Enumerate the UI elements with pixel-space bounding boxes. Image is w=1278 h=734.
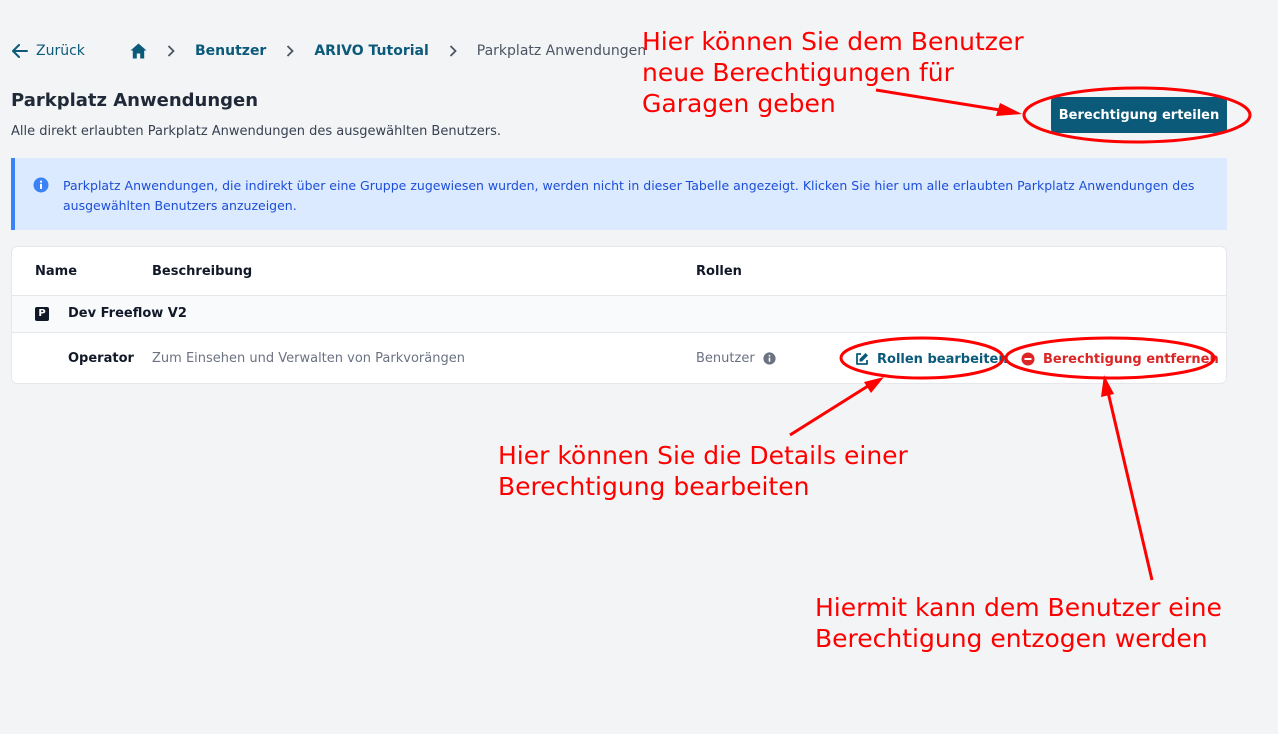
permissions-table: Name Beschreibung Rollen P Dev Freeflow … bbox=[11, 246, 1227, 384]
row-description: Zum Einsehen und Verwalten von Parkvorän… bbox=[152, 351, 465, 366]
arrow-left-icon bbox=[12, 44, 28, 58]
annotation-edit-note: Hier können Sie die Details einer Berech… bbox=[498, 441, 908, 501]
minus-circle-icon bbox=[1021, 352, 1035, 366]
column-header-name: Name bbox=[35, 264, 78, 279]
row-name: Operator bbox=[68, 351, 134, 366]
back-label: Zurück bbox=[36, 43, 85, 59]
chevron-right-icon bbox=[167, 45, 175, 57]
info-banner[interactable]: Parkplatz Anwendungen, die indirekt über… bbox=[11, 158, 1227, 230]
info-circle-icon[interactable] bbox=[763, 352, 776, 365]
column-header-roles: Rollen bbox=[696, 264, 742, 279]
row-role: Benutzer bbox=[696, 351, 776, 366]
breadcrumb-users[interactable]: Benutzer bbox=[195, 43, 266, 59]
edit-roles-label: Rollen bearbeiten bbox=[877, 351, 1008, 367]
breadcrumb-current: Parkplatz Anwendungen bbox=[476, 43, 647, 59]
breadcrumb: Benutzer ARIVO Tutorial Parkplatz Anwend… bbox=[130, 40, 646, 62]
table-header: Name Beschreibung Rollen bbox=[12, 247, 1226, 296]
edit-icon bbox=[856, 353, 868, 365]
group-row: P Dev Freeflow V2 bbox=[12, 296, 1226, 333]
page-title: Parkplatz Anwendungen bbox=[11, 90, 259, 111]
annotation-remove-note: Hiermit kann dem Benutzer eine Berechtig… bbox=[815, 593, 1222, 653]
info-icon bbox=[33, 177, 49, 197]
edit-roles-button[interactable]: Rollen bearbeiten bbox=[855, 347, 1008, 371]
top-nav: Zurück bbox=[12, 40, 85, 62]
annotation-arrow-remove bbox=[1106, 391, 1154, 581]
chevron-right-icon bbox=[449, 45, 457, 57]
role-label: Benutzer bbox=[696, 351, 755, 366]
table-row: Operator Zum Einsehen und Verwalten von … bbox=[12, 333, 1226, 383]
parking-icon: P bbox=[35, 307, 49, 321]
page-subtitle: Alle direkt erlaubten Parkplatz Anwendun… bbox=[11, 124, 502, 139]
info-banner-text: Parkplatz Anwendungen, die indirekt über… bbox=[63, 178, 1195, 213]
column-header-description: Beschreibung bbox=[152, 264, 253, 279]
home-icon[interactable] bbox=[130, 43, 147, 59]
group-name: Dev Freeflow V2 bbox=[68, 306, 187, 321]
annotation-arrow-edit bbox=[789, 384, 869, 437]
breadcrumb-user[interactable]: ARIVO Tutorial bbox=[314, 43, 428, 59]
chevron-right-icon bbox=[286, 45, 295, 57]
remove-permission-label: Berechtigung entfernen bbox=[1043, 351, 1219, 367]
remove-permission-button[interactable]: Berechtigung entfernen bbox=[1021, 347, 1219, 371]
back-link[interactable]: Zurück bbox=[12, 43, 85, 59]
grant-permission-button[interactable]: Berechtigung erteilen bbox=[1051, 97, 1227, 133]
annotation-grant-note: Hier können Sie dem Benutzer neue Berech… bbox=[642, 27, 1024, 118]
